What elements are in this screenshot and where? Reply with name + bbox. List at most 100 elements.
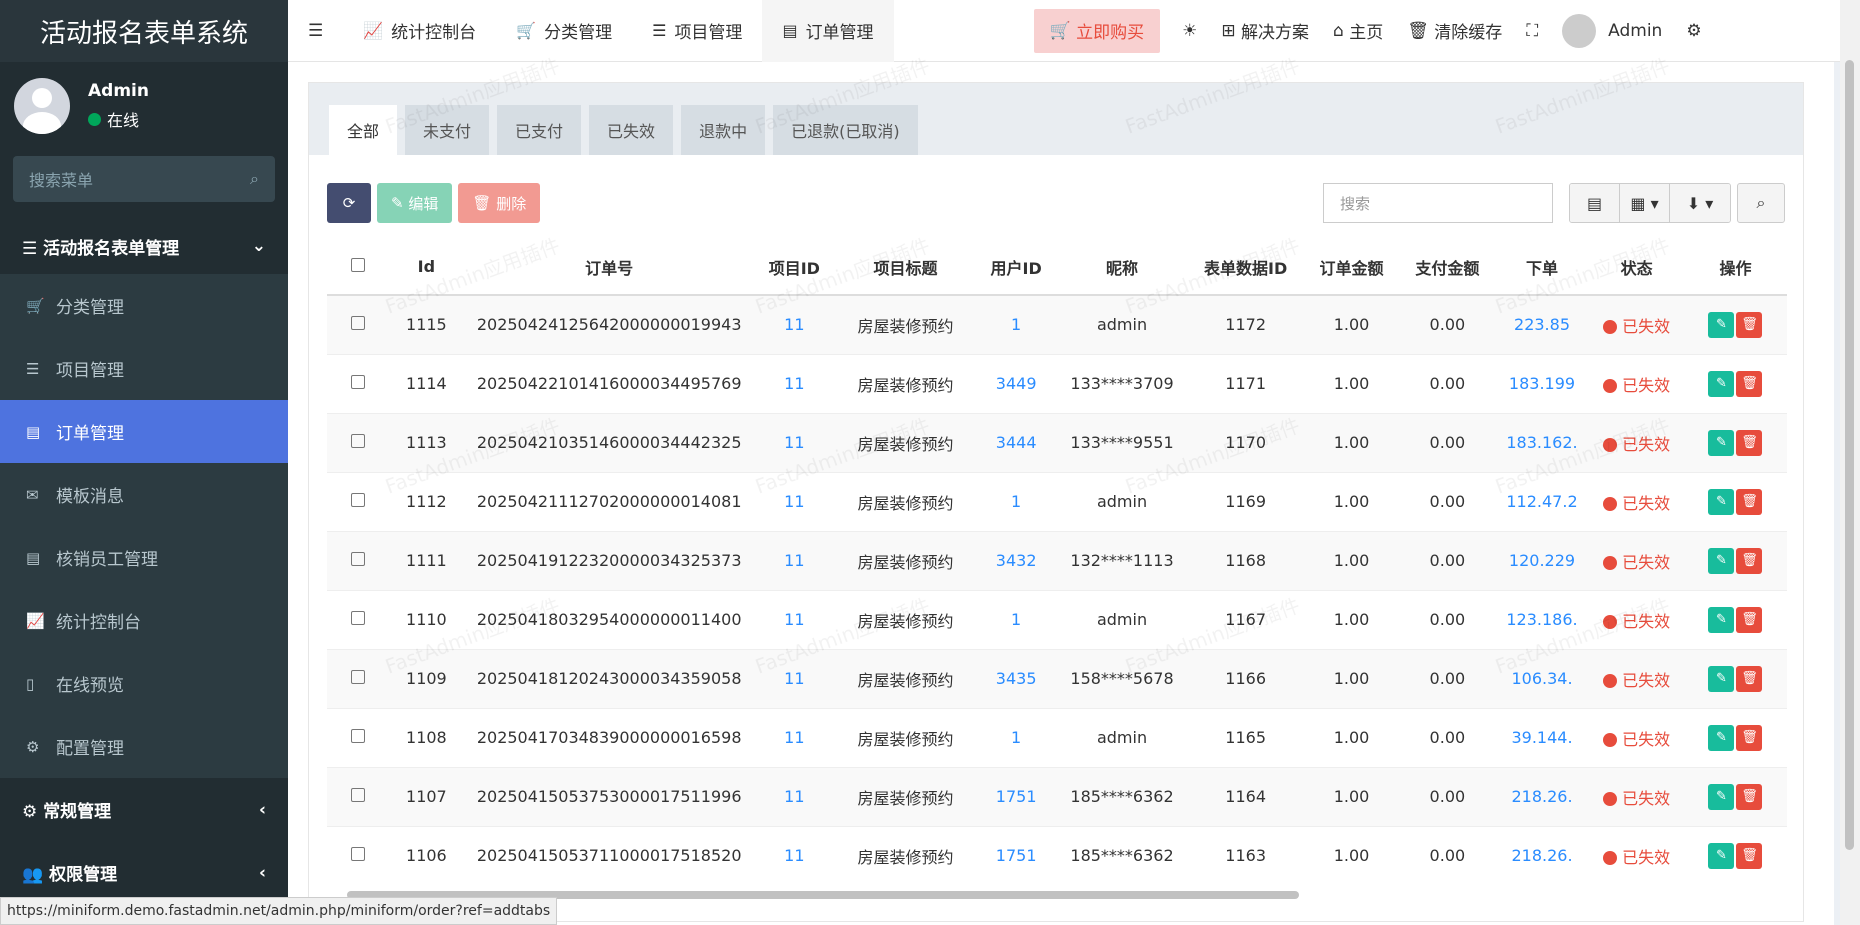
row-checkbox[interactable]: [327, 589, 389, 649]
row-edit-button[interactable]: ✎: [1708, 724, 1735, 751]
row-delete-button[interactable]: 🗑: [1736, 665, 1763, 692]
cell-user-id[interactable]: 3444: [976, 412, 1056, 472]
solutions-link[interactable]: ⊞ 解决方案: [1209, 0, 1321, 62]
cell-order-ip[interactable]: 112.47.2: [1494, 471, 1590, 531]
cell-project-id[interactable]: 11: [754, 707, 835, 767]
cell-user-id[interactable]: 1: [976, 471, 1056, 531]
row-checkbox[interactable]: [327, 766, 389, 826]
filter-tab-unpaid[interactable]: 未支付: [405, 105, 490, 155]
filter-tab-expired[interactable]: 已失效: [589, 105, 674, 155]
col-header[interactable]: 操作: [1683, 239, 1787, 296]
cell-order-ip[interactable]: 183.199: [1494, 353, 1590, 413]
export-icon[interactable]: ⬇ ▾: [1670, 184, 1730, 222]
sidebar-toggle-button[interactable]: ☰: [288, 0, 343, 62]
sidebar-search-input[interactable]: 搜索菜单 ⌕: [13, 156, 275, 202]
cell-project-id[interactable]: 11: [754, 530, 835, 590]
cell-order-ip[interactable]: 223.85: [1494, 294, 1590, 354]
cell-user-id[interactable]: 1: [976, 294, 1056, 354]
col-header[interactable]: 项目ID: [754, 239, 835, 296]
col-header[interactable]: 下单: [1494, 239, 1590, 296]
vertical-scrollbar[interactable]: [1840, 0, 1860, 925]
sidebar-group-form[interactable]: ☰ 活动报名表单管理 ⌄: [0, 218, 288, 274]
filter-tab-paid[interactable]: 已支付: [497, 105, 582, 155]
row-edit-button[interactable]: ✎: [1708, 783, 1735, 810]
row-edit-button[interactable]: ✎: [1708, 488, 1735, 515]
cell-order-ip[interactable]: 123.186.: [1494, 589, 1590, 649]
col-header[interactable]: 支付金额: [1400, 239, 1495, 296]
admin-menu[interactable]: Admin: [1550, 0, 1674, 62]
col-header[interactable]: 项目标题: [834, 239, 977, 296]
buy-now-button[interactable]: 🛒 立即购买: [1033, 8, 1161, 53]
sidebar-group-auth[interactable]: 👥 权限管理 ‹: [0, 841, 288, 904]
row-delete-button[interactable]: 🗑: [1736, 370, 1763, 397]
columns-icon[interactable]: ▦ ▾: [1620, 184, 1670, 222]
row-edit-button[interactable]: ✎: [1708, 429, 1735, 456]
row-delete-button[interactable]: 🗑: [1736, 842, 1763, 869]
cell-project-id[interactable]: 11: [754, 766, 835, 826]
tab-stats[interactable]: 📈 统计控制台: [343, 0, 496, 62]
cell-user-id[interactable]: 1751: [976, 766, 1056, 826]
row-edit-button[interactable]: ✎: [1708, 842, 1735, 869]
row-edit-button[interactable]: ✎: [1708, 311, 1735, 338]
tab-order[interactable]: ▤ 订单管理: [762, 0, 894, 62]
fullscreen-button[interactable]: ⛶: [1514, 0, 1550, 62]
toggle-view-icon[interactable]: ▤: [1570, 184, 1620, 222]
col-header[interactable]: 状态: [1589, 239, 1684, 296]
tab-category[interactable]: 🛒 分类管理: [496, 0, 632, 62]
clear-cache-button[interactable]: 🗑 清除缓存: [1395, 0, 1514, 62]
row-checkbox[interactable]: [327, 825, 389, 879]
cell-user-id[interactable]: 3435: [976, 648, 1056, 708]
sidebar-group-general[interactable]: ⚙ 常规管理 ‹: [0, 778, 288, 841]
col-header[interactable]: Id: [388, 239, 465, 296]
theme-toggle-button[interactable]: ☀: [1170, 0, 1209, 62]
row-delete-button[interactable]: 🗑: [1736, 429, 1763, 456]
app-logo-title[interactable]: 活动报名表单系统: [0, 0, 288, 62]
cell-order-ip[interactable]: 39.144.: [1494, 707, 1590, 767]
cell-project-id[interactable]: 11: [754, 412, 835, 472]
search-icon[interactable]: ⌕: [250, 169, 259, 189]
refresh-button[interactable]: ⟳: [327, 183, 371, 223]
row-checkbox[interactable]: [327, 471, 389, 531]
filter-tab-all[interactable]: 全部: [329, 105, 398, 155]
cell-user-id[interactable]: 3432: [976, 530, 1056, 590]
row-checkbox[interactable]: [327, 648, 389, 708]
row-checkbox[interactable]: [327, 412, 389, 472]
row-delete-button[interactable]: 🗑: [1736, 488, 1763, 515]
delete-button[interactable]: 🗑 删除: [458, 183, 541, 223]
row-edit-button[interactable]: ✎: [1708, 606, 1735, 633]
row-delete-button[interactable]: 🗑: [1736, 606, 1763, 633]
row-checkbox[interactable]: [327, 530, 389, 590]
cell-order-ip[interactable]: 218.26.: [1494, 766, 1590, 826]
row-delete-button[interactable]: 🗑: [1736, 724, 1763, 751]
sidebar-item-template[interactable]: ✉ 模板消息: [0, 463, 288, 526]
cell-order-ip[interactable]: 120.229: [1494, 530, 1590, 590]
row-edit-button[interactable]: ✎: [1708, 370, 1735, 397]
cell-project-id[interactable]: 11: [754, 825, 835, 879]
cell-project-id[interactable]: 11: [754, 589, 835, 649]
filter-tab-refunding[interactable]: 退款中: [681, 105, 766, 155]
home-link[interactable]: ⌂ 主页: [1321, 0, 1395, 62]
row-checkbox[interactable]: [327, 294, 389, 354]
table-search-input[interactable]: 搜索: [1323, 183, 1553, 223]
col-header[interactable]: 表单数据ID: [1188, 239, 1304, 296]
row-delete-button[interactable]: 🗑: [1736, 783, 1763, 810]
advanced-search-button[interactable]: ⌕: [1737, 183, 1785, 223]
col-header[interactable]: 用户ID: [976, 239, 1056, 296]
col-header[interactable]: 订单号: [464, 239, 755, 296]
row-checkbox[interactable]: [327, 353, 389, 413]
cell-order-ip[interactable]: 183.162.: [1494, 412, 1590, 472]
sidebar-item-preview[interactable]: ▯ 在线预览: [0, 652, 288, 715]
cell-project-id[interactable]: 11: [754, 353, 835, 413]
cell-project-id[interactable]: 11: [754, 294, 835, 354]
cell-project-id[interactable]: 11: [754, 471, 835, 531]
sidebar-item-config[interactable]: ⚙ 配置管理: [0, 715, 288, 778]
select-all-checkbox[interactable]: [327, 239, 389, 296]
sidebar-item-stats[interactable]: 📈 统计控制台: [0, 589, 288, 652]
sidebar-item-category[interactable]: 🛒 分类管理: [0, 274, 288, 337]
col-header[interactable]: 订单金额: [1303, 239, 1401, 296]
row-edit-button[interactable]: ✎: [1708, 665, 1735, 692]
row-checkbox[interactable]: [327, 707, 389, 767]
row-delete-button[interactable]: 🗑: [1736, 311, 1763, 338]
cell-user-id[interactable]: 1: [976, 589, 1056, 649]
cell-order-ip[interactable]: 106.34.: [1494, 648, 1590, 708]
